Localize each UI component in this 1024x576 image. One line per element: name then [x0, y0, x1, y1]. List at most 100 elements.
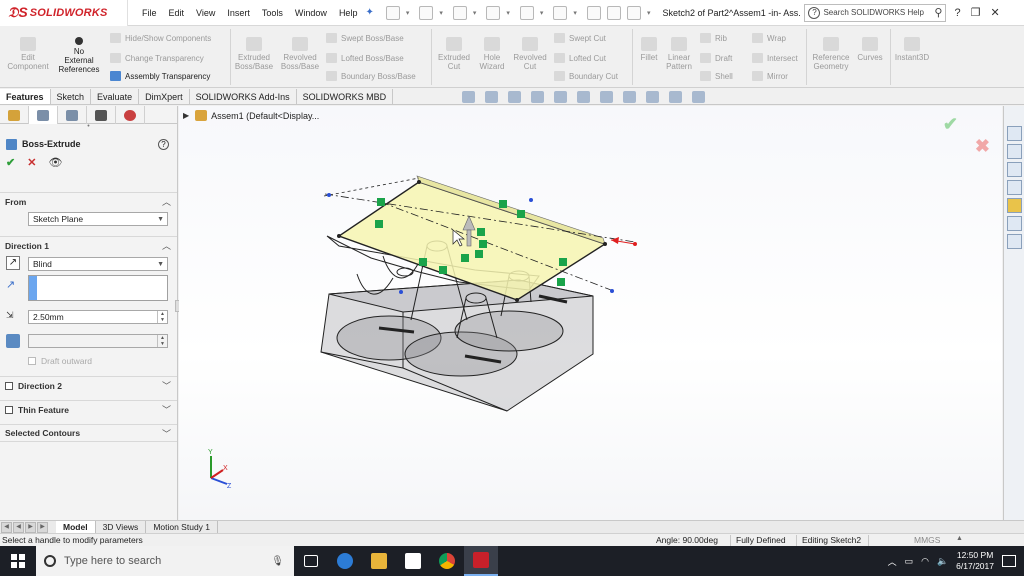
configuration-manager-tab[interactable] — [58, 106, 87, 124]
tab-model[interactable]: Model — [56, 520, 96, 534]
corner-point[interactable] — [515, 298, 519, 302]
file-explorer-icon[interactable] — [1006, 162, 1022, 177]
tab-evaluate[interactable]: Evaluate — [91, 89, 140, 104]
intersect-button[interactable]: Intersect — [752, 53, 798, 63]
swept-cut-button[interactable]: Swept Cut — [554, 33, 606, 43]
task-view-button[interactable] — [294, 546, 328, 576]
relation-glyph-icon[interactable] — [479, 240, 487, 248]
endpoint-marker[interactable] — [529, 198, 533, 202]
chevron-down-icon[interactable]: ▾ — [506, 9, 510, 17]
reference-geometry-button[interactable]: Reference Geometry — [808, 37, 854, 71]
relation-glyph-icon[interactable] — [475, 250, 483, 258]
solidworks-taskbar-button[interactable] — [464, 546, 498, 576]
chevron-up-icon[interactable]: ▲ — [956, 535, 963, 542]
relation-glyph-icon[interactable] — [517, 210, 525, 218]
drag-handle-arrow-icon[interactable] — [611, 237, 619, 244]
design-library-icon[interactable] — [1006, 144, 1022, 159]
units-selector[interactable]: MMGS — [914, 535, 940, 545]
dynamic-annotation-icon[interactable] — [554, 91, 567, 103]
chevron-down-icon[interactable]: ▾ — [473, 9, 477, 17]
extrude-preview[interactable] — [323, 175, 637, 302]
from-select[interactable]: Sketch Plane ▼ — [28, 212, 168, 226]
linear-pattern-button[interactable]: Linear Pattern — [664, 37, 694, 71]
solidworks-logo[interactable]: 𝔇S SOLIDWORKS — [0, 0, 128, 26]
preview-eye-icon[interactable]: 👁 — [48, 156, 62, 169]
store-button[interactable] — [396, 546, 430, 576]
draft-on-off-icon[interactable] — [6, 334, 20, 348]
curves-button[interactable]: Curves — [854, 37, 886, 62]
file-properties-icon[interactable] — [606, 5, 621, 20]
save-icon[interactable] — [452, 5, 467, 20]
section-view-icon[interactable] — [531, 91, 544, 103]
relation-glyph-icon[interactable] — [559, 258, 567, 266]
zoom-to-fit-icon[interactable] — [462, 91, 475, 103]
feature-manager-tab[interactable] — [0, 106, 29, 124]
menu-file[interactable]: File — [136, 8, 163, 18]
relation-glyph-icon[interactable] — [477, 228, 485, 236]
tab-features[interactable]: Features — [0, 89, 51, 104]
forum-icon[interactable] — [1006, 234, 1022, 249]
edit-appearance-icon[interactable] — [646, 91, 659, 103]
restore-icon[interactable]: ❐ — [971, 6, 981, 19]
chevron-down-icon[interactable]: ▾ — [647, 9, 651, 17]
menu-view[interactable]: View — [190, 8, 221, 18]
relation-glyph-icon[interactable] — [375, 220, 383, 228]
chevron-down-icon[interactable]: ▾ — [406, 9, 410, 17]
spin-arrows-icon[interactable]: ▲ ▼ — [157, 311, 167, 323]
extruded-cut-button[interactable]: Extruded Cut — [434, 37, 474, 71]
first-tab-icon[interactable]: ◀ — [1, 521, 12, 533]
chevron-down-icon[interactable]: ▾ — [439, 9, 443, 17]
endpoint-marker[interactable] — [399, 290, 403, 294]
last-tab-icon[interactable]: ▶ — [37, 521, 48, 533]
edit-component-button[interactable]: Edit Component — [6, 37, 50, 71]
taskbar-clock[interactable]: 12:50 PM 6/17/2017 — [956, 550, 994, 572]
corner-point[interactable] — [603, 242, 607, 246]
display-style-icon[interactable] — [600, 91, 613, 103]
collapse-handle-icon[interactable]: • — [0, 123, 177, 130]
tab-solidworks-addins[interactable]: SOLIDWORKS Add-Ins — [190, 89, 297, 104]
menu-window[interactable]: Window — [289, 8, 333, 18]
lofted-boss-button[interactable]: Lofted Boss/Base — [326, 53, 404, 63]
endpoint-marker[interactable] — [327, 193, 331, 197]
thin-feature-section-header[interactable]: Thin Feature ﹀ — [0, 400, 177, 418]
direction2-section-header[interactable]: Direction 2 ﹀ — [0, 376, 177, 394]
show-hidden-icons-chevron-icon[interactable]: ︿ — [888, 555, 897, 568]
menu-insert[interactable]: Insert — [221, 8, 256, 18]
endpoint-marker[interactable] — [610, 289, 614, 293]
wifi-icon[interactable]: ◠ — [921, 556, 929, 567]
tab-sketch[interactable]: Sketch — [51, 89, 92, 104]
reverse-direction-icon[interactable]: ↗ — [6, 256, 20, 270]
view-orientation-icon[interactable] — [577, 91, 590, 103]
relation-glyph-icon[interactable] — [377, 198, 385, 206]
graphics-area[interactable]: ▶ Assem1 (Default<Display... ⊡ ⊡ – ❐ ✕ ✔… — [179, 106, 1002, 520]
pin-icon[interactable]: ✦ — [365, 7, 373, 18]
volume-icon[interactable]: 🔈 — [937, 556, 948, 567]
revolved-boss-button[interactable]: Revolved Boss/Base — [278, 37, 322, 71]
chevron-down-icon[interactable]: ▾ — [540, 9, 544, 17]
model-viewport[interactable]: Y Z X — [179, 106, 1002, 520]
assembly-transparency-button[interactable]: Assembly Transparency — [110, 71, 210, 81]
direction2-checkbox[interactable] — [5, 381, 13, 390]
corner-point[interactable] — [337, 234, 341, 238]
no-external-references-button[interactable]: No External References — [56, 37, 102, 74]
custom-properties-icon[interactable] — [1006, 216, 1022, 231]
apply-scene-icon[interactable] — [669, 91, 682, 103]
relation-glyph-icon[interactable] — [461, 254, 469, 262]
rib-button[interactable]: Rib — [700, 33, 727, 43]
tab-3d-views[interactable]: 3D Views — [96, 520, 147, 534]
lofted-cut-button[interactable]: Lofted Cut — [554, 53, 606, 63]
chevron-down-icon[interactable]: ▾ — [573, 9, 577, 17]
menu-tools[interactable]: Tools — [256, 8, 289, 18]
network-icon[interactable]: ▭ — [905, 556, 914, 567]
tab-motion-study-1[interactable]: Motion Study 1 — [146, 520, 219, 534]
shell-button[interactable]: Shell — [700, 71, 733, 81]
view-palette-icon[interactable] — [1006, 180, 1022, 195]
zoom-to-area-icon[interactable] — [485, 91, 498, 103]
next-tab-icon[interactable]: ▶ — [25, 521, 36, 533]
appearances-scenes-icon[interactable] — [1006, 198, 1022, 213]
drag-handle-end[interactable] — [633, 242, 637, 246]
previous-view-icon[interactable] — [508, 91, 521, 103]
revolved-cut-button[interactable]: Revolved Cut — [510, 37, 550, 71]
hole-wizard-button[interactable]: Hole Wizard — [474, 37, 510, 71]
rebuild-icon[interactable] — [586, 5, 601, 20]
